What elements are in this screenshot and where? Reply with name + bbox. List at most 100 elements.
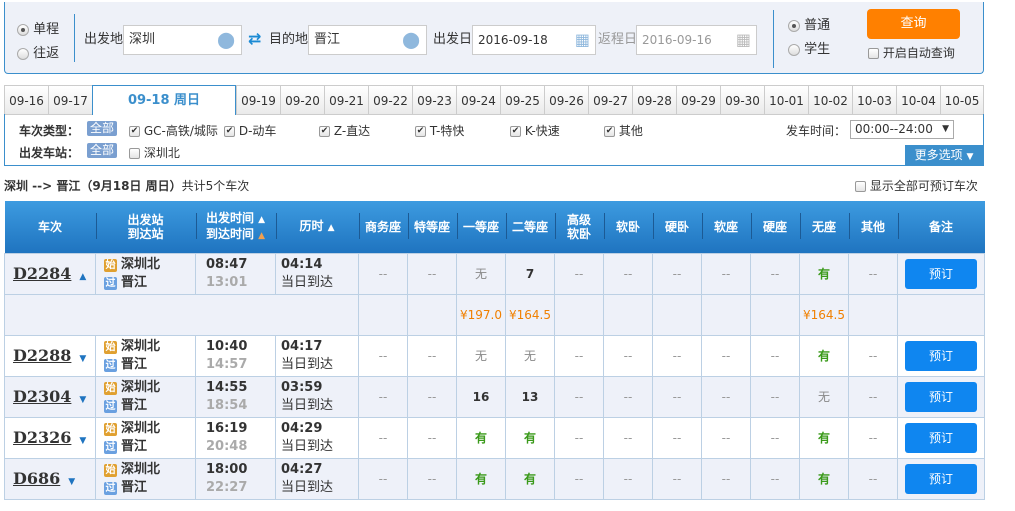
type-filter-0[interactable]: ✔ GC-高铁/城际 <box>129 122 218 139</box>
date-tab-09-19[interactable]: 09-19 <box>236 85 280 115</box>
seat-availability: -- <box>750 457 800 500</box>
seat-availability: -- <box>358 375 408 418</box>
type-filter-4[interactable]: ✔ K-快速 <box>510 122 560 139</box>
date-tab-09-28[interactable]: 09-28 <box>632 85 676 115</box>
date-tab-09-20[interactable]: 09-20 <box>280 85 324 115</box>
expand-icon[interactable]: ▼ <box>79 436 86 446</box>
date-tab-09-24[interactable]: 09-24 <box>456 85 500 115</box>
arrive-time: 14:57 <box>206 356 248 372</box>
date-tab-10-05[interactable]: 10-05 <box>940 85 984 115</box>
book-button[interactable]: 预订 <box>905 422 977 453</box>
date-tab-09-25[interactable]: 09-25 <box>500 85 544 115</box>
date-tab-10-03[interactable]: 10-03 <box>852 85 896 115</box>
time-select[interactable]: 00:00--24:00 ▼ <box>850 120 954 139</box>
radio-round-trip[interactable]: 往返 <box>17 42 59 66</box>
arrive-time: 18:54 <box>206 397 248 413</box>
seat-availability: 有 <box>456 457 506 500</box>
seat-availability: 无 <box>456 252 506 295</box>
seat-availability: 有 <box>799 252 849 295</box>
date-tab-09-27[interactable]: 09-27 <box>588 85 632 115</box>
seat-availability: -- <box>603 334 653 377</box>
expand-icon[interactable]: ▼ <box>79 354 86 364</box>
return-date-input[interactable]: 2016-09-16 ▦ <box>636 25 757 55</box>
station-all-button[interactable]: 全部 <box>87 143 118 158</box>
auto-query-checkbox[interactable]: 开启自动查询 <box>868 44 955 61</box>
date-tab-10-02[interactable]: 10-02 <box>808 85 852 115</box>
type-filter-5[interactable]: ✔ 其他 <box>604 122 643 139</box>
sort-up-icon[interactable]: ▲ <box>258 231 265 241</box>
radio-single-trip[interactable]: 单程 <box>17 18 59 42</box>
calendar-icon[interactable]: ▦ <box>575 26 590 54</box>
checkbox-checked-icon: ✔ <box>129 126 140 137</box>
book-button[interactable]: 预订 <box>905 381 977 412</box>
column-header: 无座 <box>799 201 849 253</box>
date-tab-09-30[interactable]: 09-30 <box>720 85 764 115</box>
radio-student[interactable]: 学生 <box>788 38 830 62</box>
more-options-button[interactable]: 更多选项 ▼ <box>905 145 983 165</box>
seat-availability: -- <box>750 416 800 459</box>
type-filter-2[interactable]: ✔ Z-直达 <box>319 122 370 139</box>
type-filter-1[interactable]: ✔ D-动车 <box>224 122 276 139</box>
depart-time: 14:55 <box>206 379 248 395</box>
date-tab-09-23[interactable]: 09-23 <box>412 85 456 115</box>
seat-price: ¥164.5 <box>799 293 849 336</box>
seat-availability: -- <box>701 334 751 377</box>
arrive-note: 当日到达 <box>281 274 334 290</box>
seat-availability: -- <box>407 334 457 377</box>
expand-icon[interactable]: ▼ <box>68 477 75 487</box>
column-header: 高级 软卧 <box>554 201 604 253</box>
seat-price <box>701 293 751 336</box>
column-header[interactable]: 历时 ▲ <box>275 201 359 253</box>
station-filter-shenzhenbei[interactable]: 深圳北 <box>129 144 180 161</box>
checkbox-checked-icon: ✔ <box>224 126 235 137</box>
seat-availability: -- <box>407 252 457 295</box>
column-header: 车次 <box>4 201 96 253</box>
column-header[interactable]: 出发时间 ▲ 到达时间 ▲ <box>195 201 276 253</box>
seat-availability: -- <box>652 416 702 459</box>
train-table: 车次 出发站 到达站 出发时间 ▲ 到达时间 ▲ 历时 ▲ 商务座 特等座 一等座 二等座 高级 软卧… <box>4 201 985 500</box>
sort-up-icon[interactable]: ▲ <box>328 223 335 233</box>
book-button[interactable]: 预订 <box>905 258 977 289</box>
seat-availability: -- <box>554 416 604 459</box>
collapse-icon[interactable]: ▲ <box>79 272 86 282</box>
depart-time: 08:47 <box>206 256 248 272</box>
date-tab-09-21[interactable]: 09-21 <box>324 85 368 115</box>
date-tab-10-01[interactable]: 10-01 <box>764 85 808 115</box>
train-number-link[interactable]: D686 <box>13 469 60 488</box>
train-number-link[interactable]: D2284 <box>13 264 71 283</box>
show-all-checkbox[interactable]: 显示全部可预订车次 <box>855 177 978 194</box>
column-header: 一等座 <box>456 201 506 253</box>
date-tab-10-04[interactable]: 10-04 <box>896 85 940 115</box>
date-tab-09-18[interactable]: 09-18 周日 <box>92 85 236 115</box>
train-number-link[interactable]: D2288 <box>13 346 71 365</box>
to-input[interactable]: 晋江 ⬤ <box>308 25 427 55</box>
to-station: 晋江 <box>121 438 148 454</box>
column-header: 商务座 <box>358 201 408 253</box>
book-button[interactable]: 预订 <box>905 340 977 371</box>
swap-icon[interactable]: ⇄ <box>248 29 261 48</box>
seat-availability: -- <box>652 334 702 377</box>
date-tab-09-29[interactable]: 09-29 <box>676 85 720 115</box>
query-button[interactable]: 查询 <box>867 9 960 39</box>
calendar-icon[interactable]: ▦ <box>736 26 751 54</box>
date-tab-09-26[interactable]: 09-26 <box>544 85 588 115</box>
type-filter-3[interactable]: ✔ T-特快 <box>415 122 464 139</box>
date-tab-09-22[interactable]: 09-22 <box>368 85 412 115</box>
train-number-link[interactable]: D2326 <box>13 428 71 447</box>
book-button[interactable]: 预订 <box>905 463 977 494</box>
column-header: 软卧 <box>603 201 653 253</box>
date-tab-09-17[interactable]: 09-17 <box>48 85 92 115</box>
type-all-button[interactable]: 全部 <box>87 121 118 136</box>
from-input[interactable]: 深圳 ⬤ <box>123 25 242 55</box>
filter-panel: 车次类型： 全部 ✔ GC-高铁/城际 ✔ D-动车 ✔ Z-直达 ✔ T-特快 ✔ K… <box>4 114 984 166</box>
radio-adult[interactable]: 普通 <box>788 14 830 38</box>
seat-price: ¥197.0 <box>456 293 506 336</box>
radio-icon <box>788 19 800 32</box>
seat-availability: 有 <box>799 457 849 500</box>
sort-up-icon[interactable]: ▲ <box>258 215 265 225</box>
expand-icon[interactable]: ▼ <box>79 395 86 405</box>
date-tab-09-16[interactable]: 09-16 <box>4 85 48 115</box>
train-number-link[interactable]: D2304 <box>13 387 71 406</box>
depart-date-input[interactable]: 2016-09-18 ▦ <box>472 25 596 55</box>
from-label: 出发地 <box>84 32 124 47</box>
